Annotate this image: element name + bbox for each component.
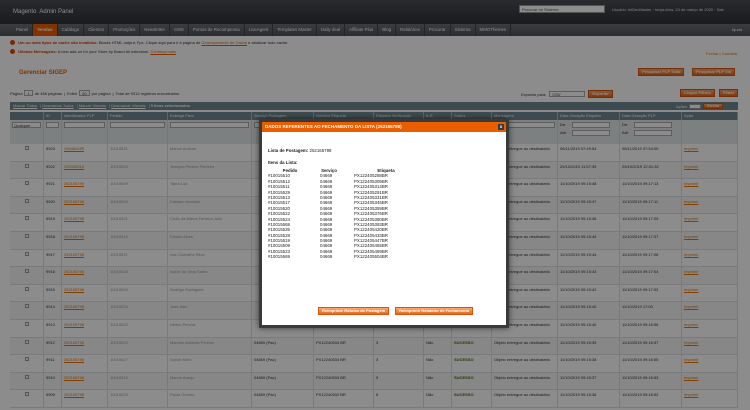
item-etiqueta: PX122405504BR [354,254,388,260]
dialog-title: DADOS REFERENTES AO FECHAMENTO DA LISTA … [262,122,506,132]
reprint-report-button[interactable]: Reimprimir Relatório de Fechamento [395,307,474,315]
dialog-buttons: Reimprimir Rótulos de Postagem Reimprimi… [318,307,474,315]
lista-postagem: Lista de Postagem: 252165798 [268,148,332,153]
close-icon[interactable]: x [498,124,504,130]
items-table: Pedido Serviço Etiqueta #10015510 04669 PX… [268,168,504,260]
dialog-body: Lista de Postagem: 252165798 Itens da Li… [268,148,504,260]
plp-closing-dialog: DADOS REFERENTES AO FECHAMENTO DA LISTA … [259,119,509,328]
item-pedido: #10015569 [268,254,290,260]
reprint-labels-button[interactable]: Reimprimir Rótulos de Postagem [318,307,390,315]
itens-label: Itens da Lista: [268,160,298,165]
item-servico: 04669 [320,254,333,260]
list-item: #10015569 04669 PX122405504BR [268,254,504,259]
